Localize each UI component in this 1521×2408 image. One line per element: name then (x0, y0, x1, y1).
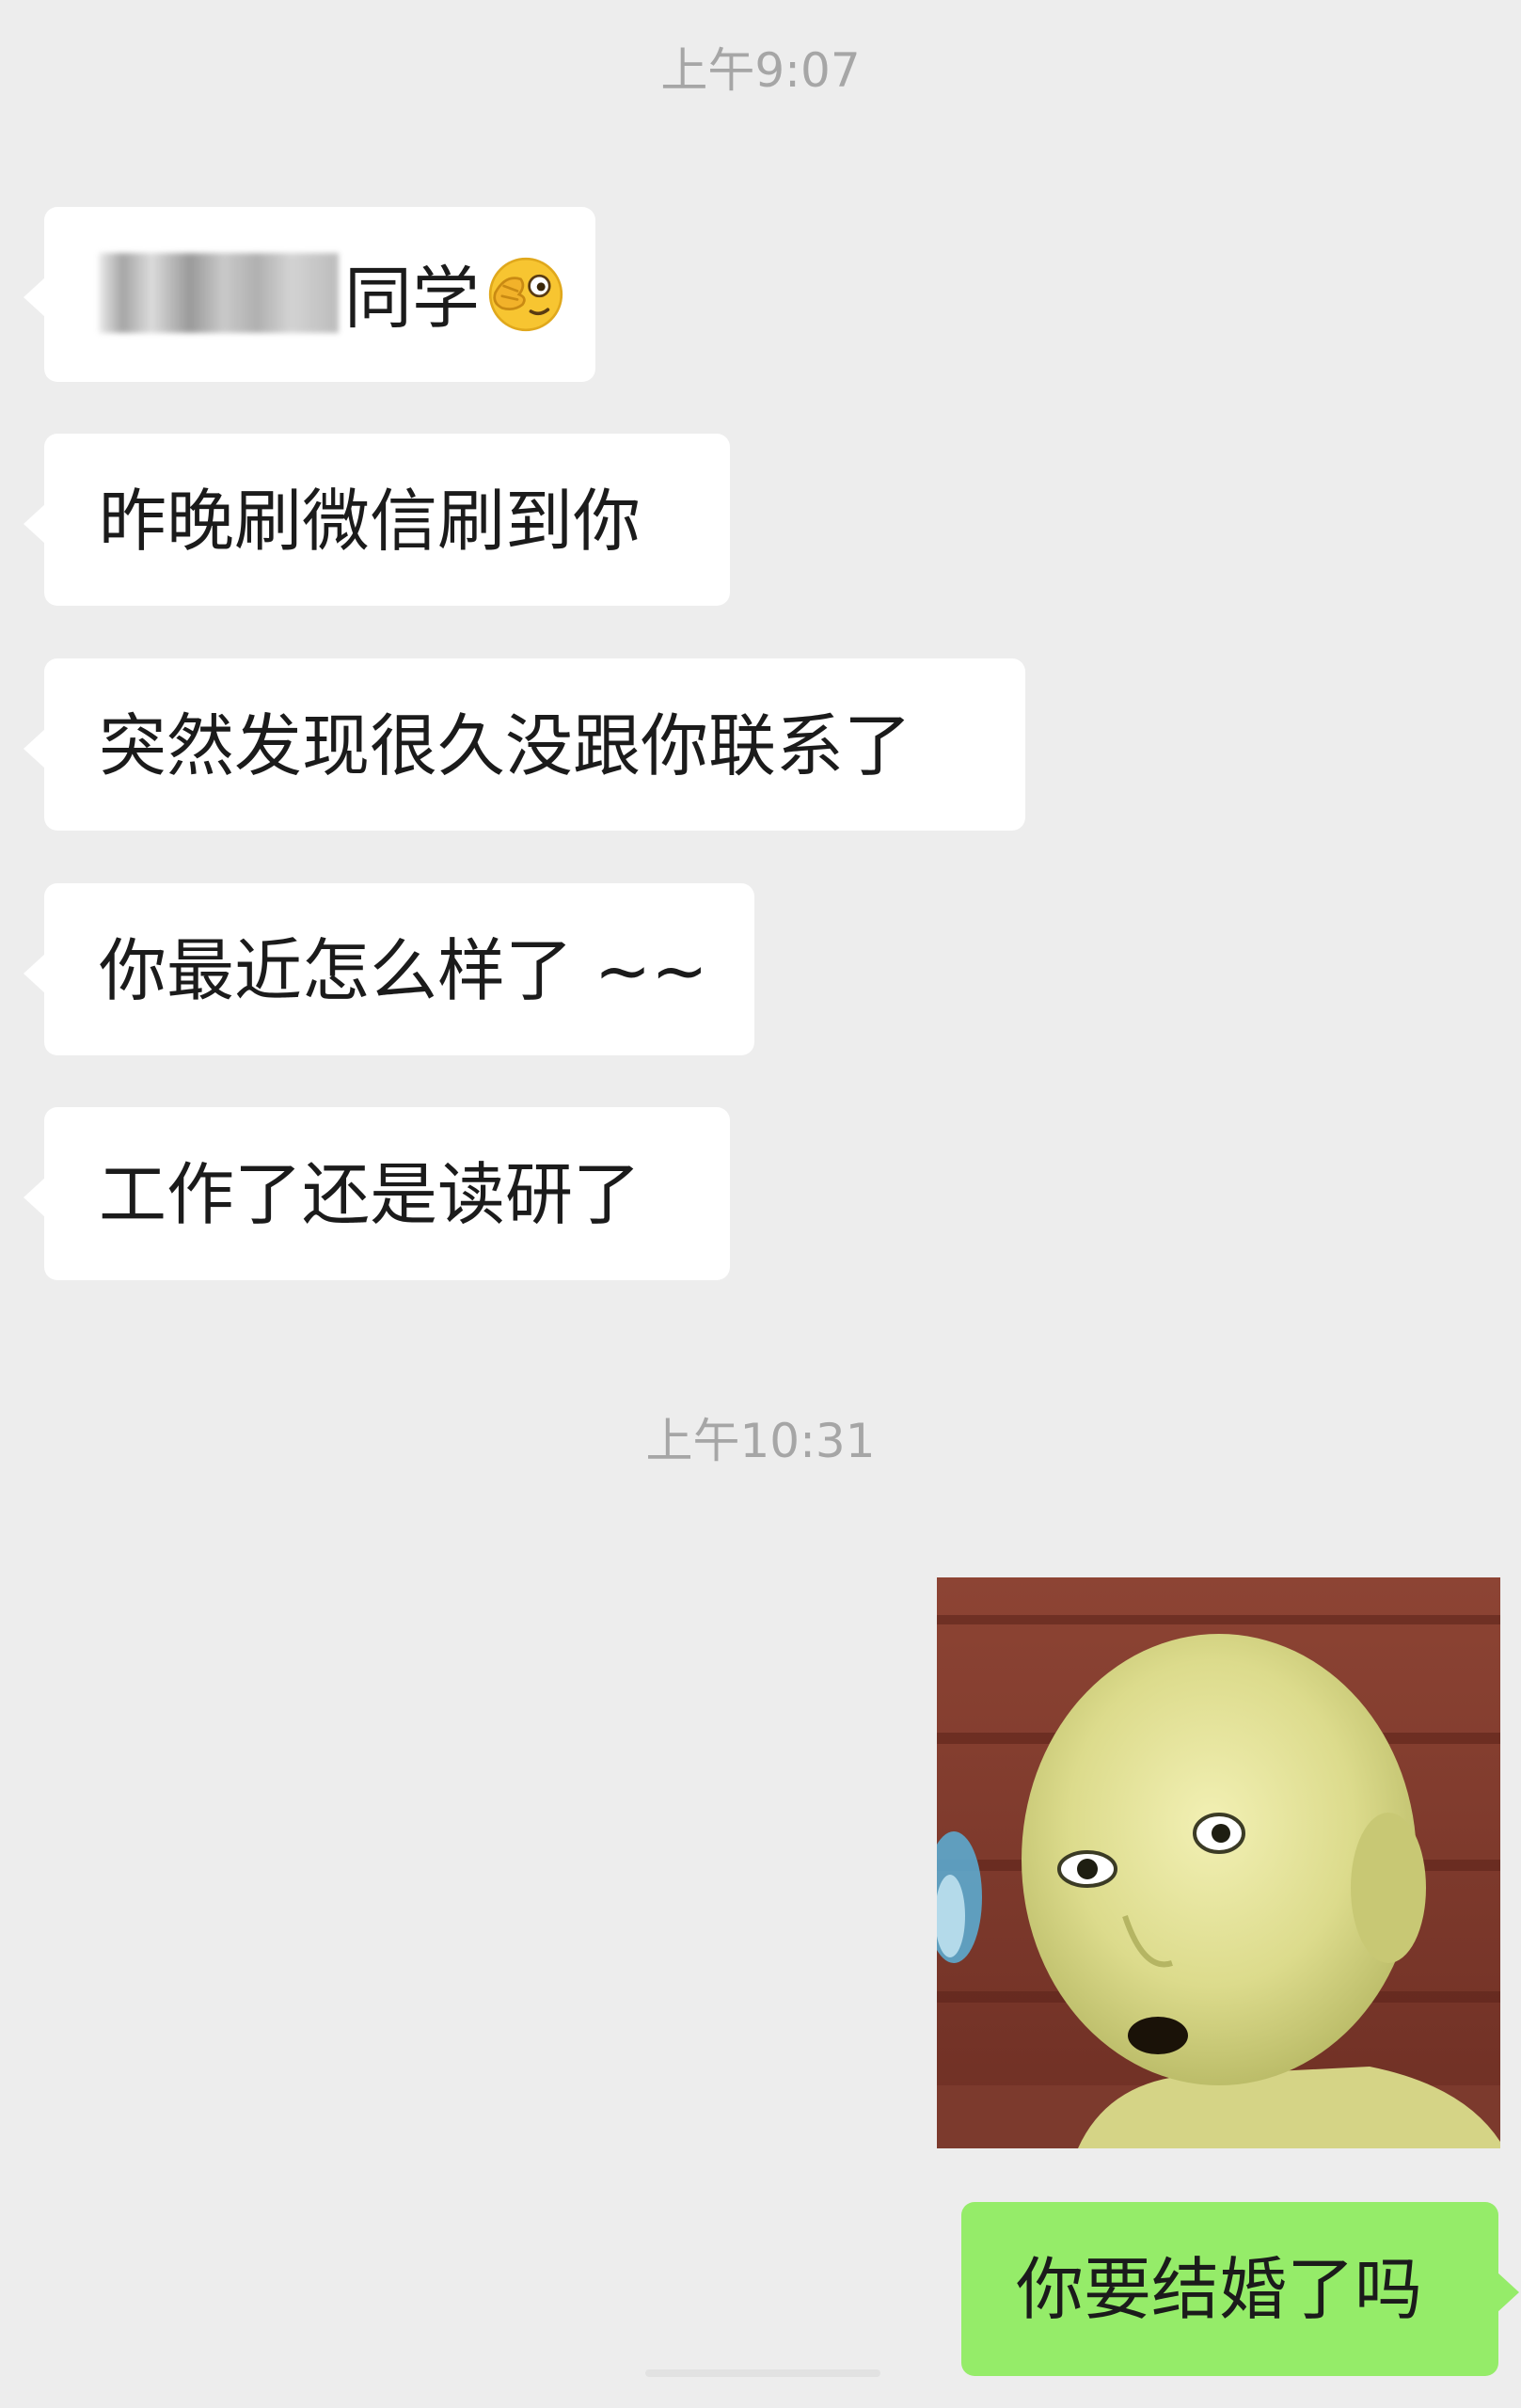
message-text: 你最近怎么样了 ~~ (99, 931, 708, 1010)
incoming-message-bubble[interactable]: 同学 (24, 207, 595, 382)
peek-wink-emoji-icon (488, 257, 563, 332)
incoming-message-bubble[interactable]: 突然发现很久没跟你联系了 (24, 658, 1025, 831)
timestamp: 上午9:07 (660, 43, 861, 98)
bald-yellow-character-sticker-icon (937, 1577, 1500, 2148)
incoming-message-bubble[interactable]: 昨晚刷微信刷到你 (24, 434, 730, 606)
redacted-name (99, 253, 339, 333)
timestamp: 上午10:31 (645, 1414, 876, 1468)
message-text: 工作了还是读研了 (99, 1155, 642, 1234)
message-text: 昨晚刷微信刷到你 (99, 482, 642, 561)
incoming-message-bubble[interactable]: 工作了还是读研了 (24, 1107, 730, 1280)
message-text: 你要结婚了吗 (1016, 2250, 1423, 2329)
outgoing-message-bubble[interactable]: 你要结婚了吗 (961, 2202, 1519, 2376)
chat-view: 上午9:07 同学 昨晚刷微信刷到你 突然发现很久没跟你联系了 你最近怎么样了 … (0, 0, 1521, 2408)
message-text: 同学 (344, 259, 481, 338)
home-indicator (645, 2369, 880, 2377)
incoming-message-bubble[interactable]: 你最近怎么样了 ~~ (24, 883, 754, 1055)
message-text: 突然发现很久没跟你联系了 (99, 706, 912, 785)
sticker-message[interactable] (937, 1577, 1500, 2148)
